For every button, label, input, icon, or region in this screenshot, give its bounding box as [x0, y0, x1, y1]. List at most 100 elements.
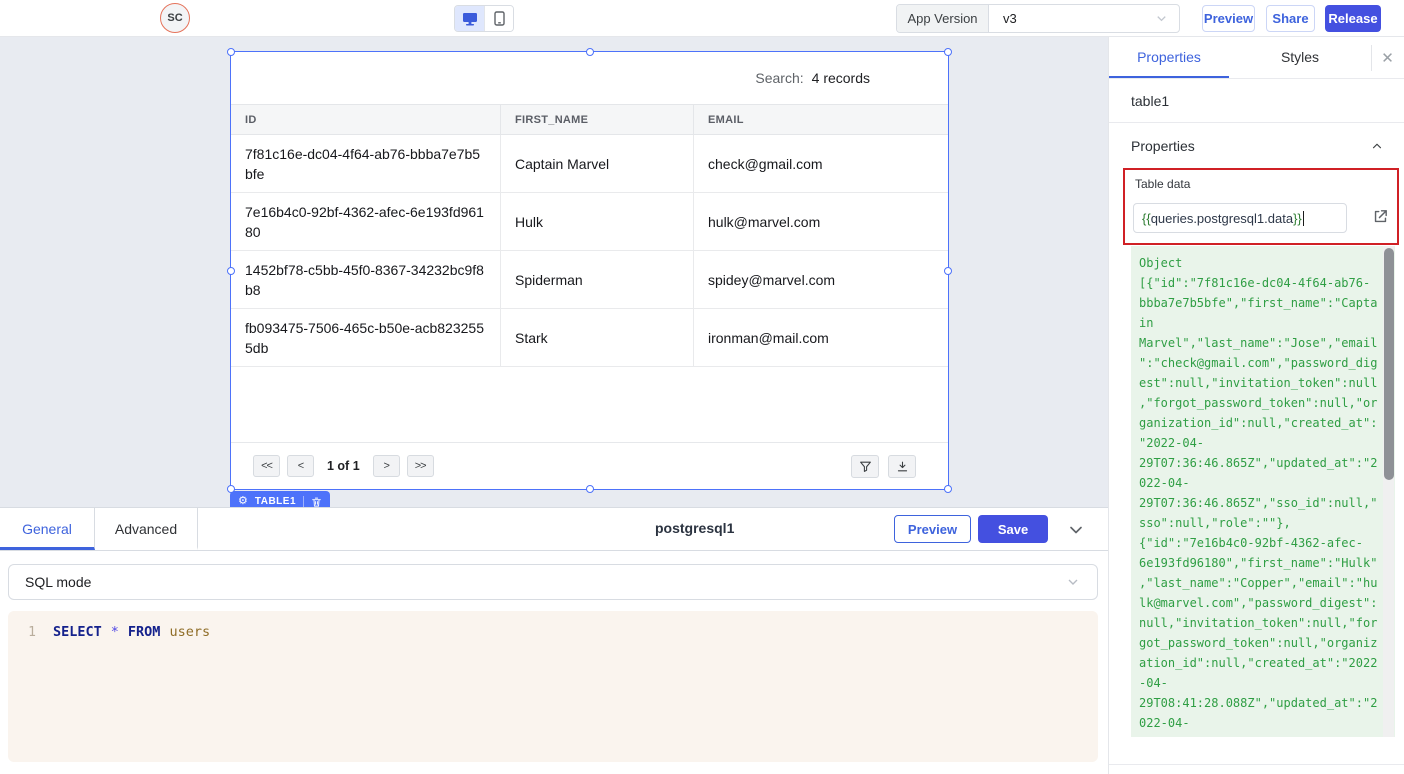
- table-search-row: Search: 4 records: [231, 52, 948, 104]
- query-tab-row: General Advanced postgresql1 Preview Sav…: [0, 508, 1108, 551]
- column-header-id[interactable]: ID: [231, 105, 501, 134]
- table-widget[interactable]: Search: 4 records ID FIRST_NAME EMAIL 7f…: [230, 51, 949, 490]
- tab-general[interactable]: General: [0, 508, 95, 550]
- tab-properties[interactable]: Properties: [1109, 37, 1229, 78]
- text-caret: [1303, 211, 1304, 226]
- cell-email: hulk@marvel.com: [694, 193, 948, 250]
- sql-table-name: users: [169, 624, 210, 640]
- preview-button[interactable]: Preview: [1202, 5, 1255, 32]
- sql-keyword: FROM: [128, 624, 161, 640]
- table-row[interactable]: 1452bf78-c5bb-45f0-8367-34232bc9f8b8 Spi…: [231, 251, 948, 309]
- resize-handle[interactable]: [227, 48, 235, 56]
- chevron-up-icon[interactable]: [1370, 139, 1384, 153]
- line-number: 1: [24, 625, 36, 640]
- gear-icon[interactable]: ⚙: [238, 496, 248, 507]
- result-type-label: Object: [1139, 253, 1381, 273]
- sql-mode-value: SQL mode: [25, 574, 91, 590]
- tab-advanced[interactable]: Advanced: [95, 508, 198, 550]
- search-label: Search:: [755, 70, 803, 86]
- app-builder-window: SC App Version v3 Preview: [0, 0, 1404, 774]
- app-version-select[interactable]: App Version v3: [896, 4, 1180, 33]
- prev-page-button[interactable]: <: [287, 455, 314, 477]
- cell-email: check@gmail.com: [694, 135, 948, 192]
- column-header-first-name[interactable]: FIRST_NAME: [501, 105, 694, 134]
- display-mode-toggle: [454, 5, 514, 32]
- query-editor-panel: General Advanced postgresql1 Preview Sav…: [0, 507, 1108, 774]
- cell-first-name: Captain Marvel: [501, 135, 694, 192]
- open-in-new-icon[interactable]: [1372, 208, 1389, 225]
- tab-styles[interactable]: Styles: [1229, 37, 1371, 78]
- query-preview-button[interactable]: Preview: [894, 515, 971, 543]
- panel-divider: [1109, 764, 1404, 765]
- cell-id: 1452bf78-c5bb-45f0-8367-34232bc9f8b8: [231, 251, 501, 308]
- query-name: postgresql1: [655, 508, 734, 548]
- inspector-panel: Properties Styles ✕ table1 Properties Ta…: [1108, 37, 1404, 774]
- cell-first-name: Hulk: [501, 193, 694, 250]
- close-icon[interactable]: ✕: [1371, 37, 1404, 78]
- cell-id: 7e16b4c0-92bf-4362-afec-6e193fd96180: [231, 193, 501, 250]
- first-page-button[interactable]: <<: [253, 455, 280, 477]
- cell-first-name: Spiderman: [501, 251, 694, 308]
- cell-id: 7f81c16e-dc04-4f64-ab76-bbba7e7b5bfe: [231, 135, 501, 192]
- query-save-button[interactable]: Save: [978, 515, 1048, 543]
- cell-id: fb093475-7506-465c-b50e-acb8232555db: [231, 309, 501, 366]
- table-data-input[interactable]: {{queries.postgresql1.data}}: [1133, 203, 1347, 233]
- monitor-icon: [462, 12, 478, 26]
- table-data-label: Table data: [1135, 177, 1190, 191]
- query-result-preview[interactable]: Object [{"id":"7f81c16e-dc04-4f64-ab76-b…: [1131, 246, 1395, 737]
- widget-badge-label: TABLE1: [255, 496, 296, 507]
- app-version-label: App Version: [897, 5, 989, 32]
- resize-handle[interactable]: [227, 485, 235, 493]
- avatar[interactable]: SC: [160, 3, 190, 33]
- next-page-button[interactable]: >: [373, 455, 400, 477]
- sql-operator: *: [111, 624, 119, 640]
- records-count: 4 records: [812, 70, 870, 86]
- table-header-row: ID FIRST_NAME EMAIL: [231, 104, 948, 135]
- chevron-down-icon[interactable]: [1062, 516, 1090, 544]
- template-expression: queries.postgresql1.data: [1151, 211, 1293, 226]
- sql-code-editor[interactable]: 1SELECT*FROMusers: [8, 611, 1098, 762]
- resize-handle[interactable]: [586, 485, 594, 493]
- cell-first-name: Stark: [501, 309, 694, 366]
- mobile-mode-button[interactable]: [484, 6, 513, 31]
- cell-email: ironman@mail.com: [694, 309, 948, 366]
- result-json: [{"id":"7f81c16e-dc04-4f64-ab76-bbba7e7b…: [1139, 273, 1381, 737]
- desktop-mode-button[interactable]: [455, 6, 484, 31]
- app-version-value: v3: [989, 5, 1179, 32]
- download-icon: [896, 460, 909, 473]
- cell-email: spidey@marvel.com: [694, 251, 948, 308]
- sql-mode-select[interactable]: SQL mode: [8, 564, 1098, 600]
- template-close-brace: }}: [1293, 211, 1302, 226]
- filter-icon: [859, 460, 872, 473]
- selected-widget-name: table1: [1109, 79, 1404, 123]
- table-row[interactable]: 7f81c16e-dc04-4f64-ab76-bbba7e7b5bfe Cap…: [231, 135, 948, 193]
- column-header-email[interactable]: EMAIL: [694, 105, 948, 134]
- resize-handle[interactable]: [944, 267, 952, 275]
- table-row[interactable]: 7e16b4c0-92bf-4362-afec-6e193fd96180 Hul…: [231, 193, 948, 251]
- resize-handle[interactable]: [944, 485, 952, 493]
- section-title: Properties: [1131, 138, 1195, 154]
- resize-handle[interactable]: [586, 48, 594, 56]
- table-footer: << < 1 of 1 > >>: [231, 442, 948, 489]
- table-row[interactable]: fb093475-7506-465c-b50e-acb8232555db Sta…: [231, 309, 948, 367]
- chevron-down-icon: [1065, 574, 1081, 590]
- properties-section-header[interactable]: Properties: [1109, 123, 1404, 168]
- share-button[interactable]: Share: [1266, 5, 1315, 32]
- download-button[interactable]: [888, 455, 916, 478]
- filter-button[interactable]: [851, 455, 879, 478]
- page-indicator: 1 of 1: [327, 459, 360, 473]
- top-bar: SC App Version v3 Preview: [0, 0, 1404, 37]
- chevron-down-icon: [1154, 11, 1169, 26]
- badge-divider: [303, 496, 304, 508]
- smartphone-icon: [494, 11, 505, 26]
- last-page-button[interactable]: >>: [407, 455, 434, 477]
- template-open-brace: {{: [1142, 211, 1151, 226]
- release-button[interactable]: Release: [1325, 5, 1381, 32]
- resize-handle[interactable]: [944, 48, 952, 56]
- pagination: << < 1 of 1 > >>: [253, 455, 434, 477]
- resize-handle[interactable]: [227, 267, 235, 275]
- inspector-tab-row: Properties Styles ✕: [1109, 37, 1404, 79]
- scrollbar-thumb[interactable]: [1384, 248, 1394, 480]
- trash-icon[interactable]: [311, 496, 322, 508]
- tab-divider: [1371, 45, 1372, 71]
